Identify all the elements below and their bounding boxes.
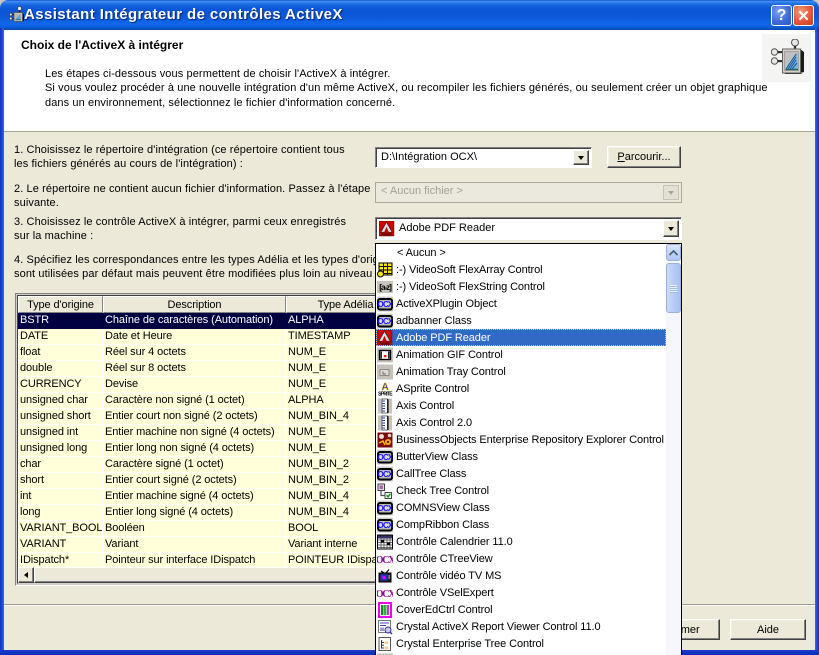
svg-text:OCX: OCX [378, 317, 393, 326]
svg-text:OCX: OCX [378, 470, 393, 479]
svg-text:OCX: OCX [378, 521, 393, 530]
svg-text:OCX: OCX [378, 453, 393, 462]
svg-text:SPRITE: SPRITE [378, 391, 393, 397]
svg-text:OCX: OCX [378, 300, 393, 309]
svg-text:OCX: OCX [377, 589, 393, 600]
svg-text:Adobe: Adobe [381, 233, 392, 237]
svg-text:OCX: OCX [378, 504, 393, 513]
svg-text:OCX: OCX [377, 555, 393, 566]
svg-text:Adobe: Adobe [379, 341, 389, 345]
svg-text:[a-z]: [a-z] [379, 282, 392, 292]
